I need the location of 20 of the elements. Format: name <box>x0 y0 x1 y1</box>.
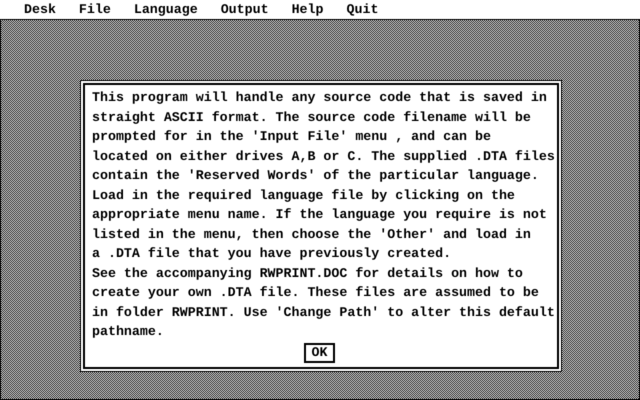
menu-item[interactable]: Help <box>292 0 324 19</box>
menu-item[interactable]: File <box>78 0 111 19</box>
menu-item[interactable]: Quit <box>346 0 378 19</box>
ok-button[interactable]: OK <box>304 342 336 362</box>
message-text-line: listed in the menu, then choose the 'Other' and load in <box>92 226 532 244</box>
menu-item[interactable]: Output <box>220 0 269 19</box>
message-text-line: in folder RWPRINT. Use 'Change Path' to alter this default <box>92 304 556 322</box>
message-text-line: This program will handle any source code that is saved in <box>92 89 548 107</box>
message-text-line: prompted for in the 'Input File' menu , and can be <box>92 128 492 146</box>
message-text-line: create your own .DTA file. These files are assumed to be <box>92 284 540 302</box>
menu-item[interactable]: Language <box>134 0 198 19</box>
menu-item[interactable]: Desk <box>24 0 56 19</box>
message-text-line: straight ASCII format. The source code filename will be <box>92 108 532 126</box>
message-text-line: pathname. <box>92 323 165 341</box>
message-text-line: See the accompanying RWPRINT.DOC for details on how to <box>92 264 524 282</box>
message-text-line: appropriate menu name. If the language you require is not <box>92 206 548 224</box>
message-text-line: contain the 'Reserved Words' of the particular language. <box>92 167 540 185</box>
message-text-line: Load in the required language file by clicking on the <box>92 186 516 204</box>
message-text-line: a .DTA file that you have previously created. <box>92 245 452 263</box>
message-text-line: located on either drives A,B or C. The supplied .DTA files <box>92 148 556 166</box>
